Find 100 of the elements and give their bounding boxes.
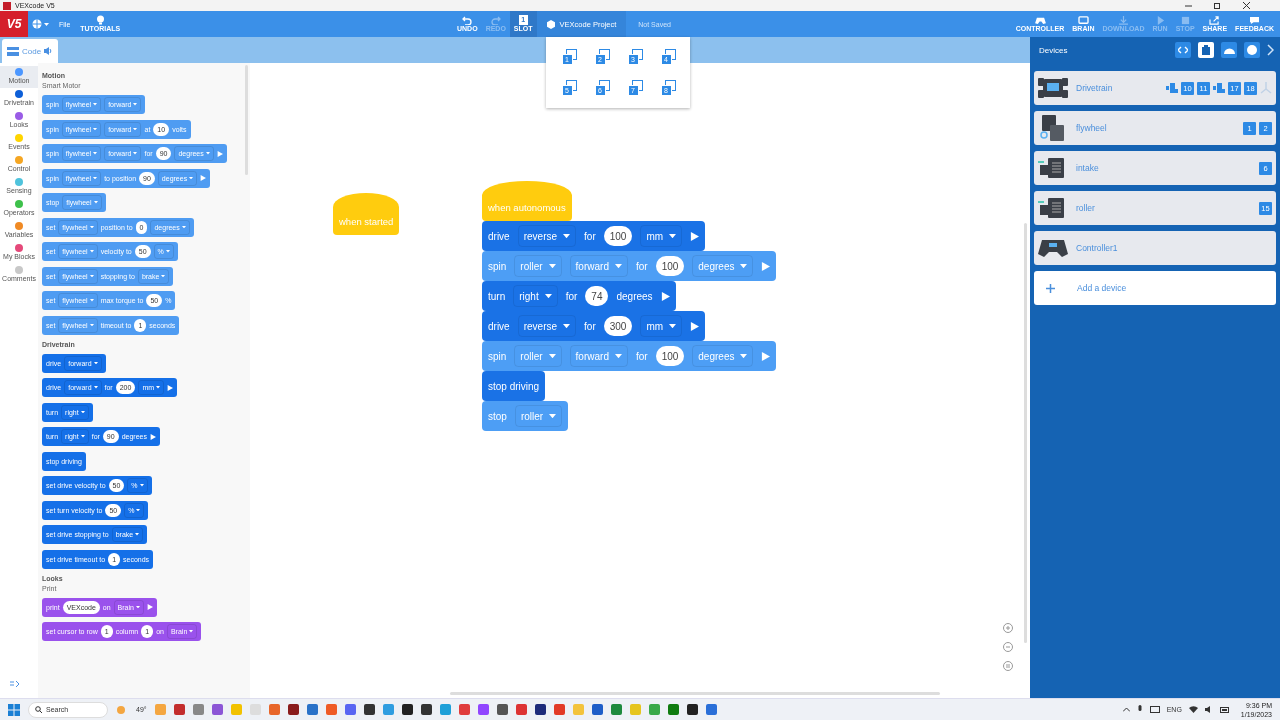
help-view-button[interactable] (1244, 42, 1260, 58)
code-block[interactable]: turn right for 74 degrees (482, 281, 676, 311)
chevron-right-icon[interactable] (1267, 44, 1274, 56)
number-input[interactable]: 100 (603, 226, 633, 246)
caret-icon (669, 323, 677, 329)
caret-icon (93, 152, 98, 155)
caret-icon (181, 225, 186, 229)
app-icon[interactable] (363, 704, 375, 715)
code-block[interactable]: drive reverse for 100 mm (482, 221, 706, 251)
zoom-out-icon[interactable] (1003, 642, 1013, 652)
caret-icon (93, 127, 98, 131)
caret-icon (161, 274, 166, 278)
block-label: spin (488, 260, 507, 272)
app-icon[interactable] (420, 704, 432, 715)
caret-icon (549, 413, 557, 419)
block-dropdown[interactable]: forward (569, 255, 628, 277)
number-input[interactable]: 100 (655, 256, 685, 276)
block-label: stop driving (488, 380, 540, 392)
caret-icon (189, 630, 194, 633)
block-dropdown[interactable]: roller (514, 255, 562, 277)
block-dropdown[interactable]: reverse (517, 225, 577, 247)
code-view-button[interactable] (1175, 42, 1191, 58)
expand-icon[interactable] (10, 681, 20, 688)
block-dropdown[interactable]: degrees (692, 345, 754, 367)
caret-icon (93, 386, 98, 389)
caret-icon (139, 484, 144, 487)
motor-icon (1213, 82, 1225, 94)
app-icon (3, 1, 11, 10)
caret-icon (93, 176, 98, 180)
battery-icon[interactable] (1219, 706, 1230, 713)
caret-icon (89, 250, 94, 253)
play-icon (216, 150, 223, 157)
code-block[interactable]: stop driving (482, 371, 546, 401)
play-icon (761, 351, 771, 361)
close-icon[interactable] (1243, 2, 1250, 9)
plus-icon (1046, 283, 1055, 293)
number-input[interactable]: 100 (655, 346, 685, 366)
panel-title: Devices (1039, 45, 1068, 55)
number-input[interactable]: 300 (603, 316, 633, 336)
caret-icon (669, 233, 677, 239)
minimize-icon[interactable] (1185, 2, 1192, 9)
redo-icon (490, 15, 501, 25)
caret-icon (93, 361, 98, 365)
device-row[interactable]: Controller1 (1034, 231, 1276, 265)
restore-icon[interactable] (1214, 2, 1221, 9)
block-label: for (635, 350, 648, 362)
app-icon[interactable] (401, 704, 413, 715)
block-dropdown[interactable]: reverse (517, 315, 577, 337)
app-icon[interactable] (534, 704, 546, 715)
port-icon (1201, 45, 1211, 55)
wifi-icon[interactable] (1188, 706, 1198, 713)
block-dropdown[interactable]: forward (569, 345, 628, 367)
caret-icon (89, 323, 94, 327)
caret-icon (44, 22, 49, 26)
block-label: for (584, 320, 596, 332)
search-icon (35, 706, 42, 713)
app-icon[interactable] (686, 704, 698, 715)
controller-icon (1038, 238, 1068, 258)
block-dropdown[interactable]: roller (514, 345, 562, 367)
block-label: turn (488, 290, 506, 302)
controller-icon (1034, 15, 1046, 25)
add-device-button[interactable]: Add a device (1034, 271, 1276, 305)
caret-icon (740, 353, 748, 359)
reset-zoom-icon[interactable] (1003, 661, 1013, 671)
code-block[interactable]: spin roller forward for 100 degrees (482, 341, 777, 371)
ports-view-button[interactable] (1198, 42, 1214, 58)
scrollbar[interactable] (1024, 223, 1027, 643)
code-block[interactable]: drive reverse for 300 mm (482, 311, 706, 341)
app-icon[interactable] (287, 704, 299, 715)
code-tab[interactable]: Code (2, 39, 59, 63)
block-label: for (584, 230, 596, 242)
block-dropdown[interactable]: roller (514, 405, 563, 427)
caret-icon (80, 435, 85, 438)
motor-icon (1166, 82, 1178, 94)
zoom-in-icon[interactable] (1003, 623, 1013, 633)
speaker-icon[interactable] (1204, 706, 1213, 713)
chat-icon (1249, 15, 1261, 25)
block-dropdown[interactable]: degrees (692, 255, 754, 277)
sensor-icon (1260, 82, 1272, 94)
block-label: spin (488, 350, 507, 362)
caret-icon (614, 263, 622, 269)
block-dropdown[interactable]: mm (640, 315, 683, 337)
chevron-up-icon[interactable] (1122, 707, 1130, 712)
block-dropdown[interactable]: right (513, 285, 558, 307)
dashboard-view-button[interactable] (1221, 42, 1237, 58)
number-input[interactable]: 74 (585, 286, 609, 306)
block-label: stop (488, 410, 507, 422)
code-block[interactable]: stop roller (482, 401, 569, 431)
microphone-icon[interactable] (1136, 705, 1143, 714)
scrollbar[interactable] (450, 692, 940, 695)
caret-icon (93, 201, 98, 204)
windows-icon[interactable] (8, 703, 20, 716)
block-dropdown[interactable]: mm (640, 225, 683, 247)
screen-icon (1077, 15, 1089, 25)
caret-icon (548, 353, 556, 359)
caret-icon (135, 533, 140, 536)
app-icon[interactable] (496, 704, 508, 715)
play-icon (149, 433, 156, 440)
keyboard-icon[interactable] (1149, 706, 1160, 713)
code-block[interactable]: spin roller forward for 100 degrees (482, 251, 777, 281)
